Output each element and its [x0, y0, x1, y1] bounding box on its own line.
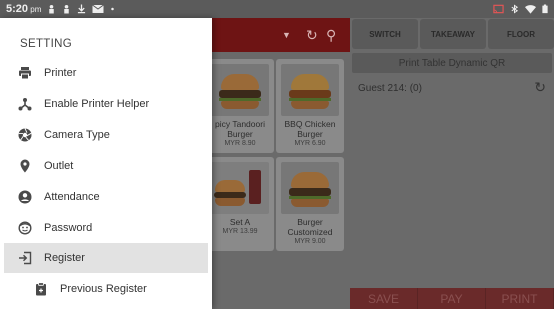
switch-button[interactable]: SWITCH: [352, 19, 418, 49]
menu-item-price: MYR 6.90: [294, 140, 326, 147]
menu-item-card[interactable]: Set A MYR 13.99: [206, 157, 274, 251]
camera-shutter-icon: [18, 128, 32, 142]
order-tabs: SWITCH TAKEAWAY FLOOR: [352, 19, 554, 49]
location-pin-icon: [18, 159, 32, 173]
login-icon: [18, 251, 32, 265]
dot-icon: [111, 7, 115, 11]
menu-item-label: Camera Type: [44, 129, 110, 141]
menu-item-name: BBQ Chicken Burger: [284, 119, 336, 139]
menu-item-card[interactable]: Burger Customized MYR 9.00: [276, 157, 344, 251]
system-icons: [493, 4, 548, 14]
status-time: 5:20 pm: [6, 3, 41, 15]
status-time-value: 5:20: [6, 3, 29, 15]
menu-item-register[interactable]: Register: [4, 243, 208, 273]
burger-image: [281, 64, 339, 116]
set-meal-image: [211, 162, 269, 214]
menu-item-label: Outlet: [44, 160, 74, 172]
status-ampm: pm: [30, 5, 42, 14]
download-icon: [78, 4, 86, 14]
menu-item-password[interactable]: Password: [4, 213, 208, 243]
print-button[interactable]: PRINT: [486, 288, 554, 309]
printer-icon: [18, 66, 32, 80]
menu-item-price: MYR 9.00: [294, 238, 326, 245]
account-circle-icon: [18, 190, 32, 204]
network-icon: [18, 97, 32, 111]
order-actions: SAVE PAY PRINT: [350, 288, 554, 309]
refresh-icon[interactable]: ↻: [306, 27, 318, 44]
search-icon[interactable]: ⚲: [326, 27, 336, 44]
menu-item-printer[interactable]: Printer: [4, 58, 208, 88]
print-qr-button[interactable]: Print Table Dynamic QR: [352, 53, 552, 73]
order-panel: SWITCH TAKEAWAY FLOOR Print Table Dynami…: [350, 18, 554, 309]
burger-image: [281, 162, 339, 214]
takeaway-button[interactable]: TAKEAWAY: [420, 19, 486, 49]
person-icon: [64, 4, 70, 14]
menu-item-previous-register[interactable]: Previous Register: [4, 274, 208, 304]
burger-image: [211, 64, 269, 116]
bluetooth-icon: [511, 4, 519, 14]
status-bar: 5:20 pm: [0, 0, 554, 18]
guest-label: Guest 214: (0): [358, 83, 422, 94]
menu-item-card[interactable]: BBQ Chicken Burger MYR 6.90: [276, 59, 344, 153]
menu-item-label: Register: [44, 252, 85, 264]
menu-item-name: Set A: [229, 217, 251, 227]
mail-icon: [92, 4, 105, 13]
app-root: 5:20 pm ▼ ↻ ⚲ picy Tandoori Burger MYR 8…: [0, 0, 554, 309]
notification-icons: [47, 4, 115, 14]
wifi-icon: [525, 5, 536, 14]
menu-item-card[interactable]: picy Tandoori Burger MYR 8.90: [206, 59, 274, 153]
menu-item-label: Previous Register: [60, 283, 147, 295]
menu-item-camera-type[interactable]: Camera Type: [4, 120, 208, 150]
person-icon: [49, 4, 55, 14]
menu-item-label: Enable Printer Helper: [44, 98, 150, 110]
save-button[interactable]: SAVE: [350, 288, 418, 309]
face-icon: [18, 221, 32, 235]
menu-item-enable-printer-helper[interactable]: Enable Printer Helper: [4, 89, 208, 119]
floor-button[interactable]: FLOOR: [488, 19, 554, 49]
menu-item-label: Attendance: [44, 191, 100, 203]
battery-icon: [542, 4, 548, 14]
menu-item-price: MYR 13.99: [222, 228, 258, 235]
cast-icon: [493, 4, 504, 14]
menu-item-name: Burger Customized: [287, 217, 333, 237]
drawer-title: SETTING: [20, 38, 72, 50]
pay-button[interactable]: PAY: [418, 288, 486, 309]
menu-item-label: Password: [44, 222, 93, 234]
refresh-icon[interactable]: ↻: [534, 79, 546, 96]
menu-item-price: MYR 8.90: [224, 140, 256, 147]
settings-drawer: SETTING Printer Enable Printer Helper Ca…: [0, 18, 212, 309]
clipboard-icon: [34, 282, 48, 296]
menu-item-outlet[interactable]: Outlet: [4, 151, 208, 181]
menu-item-attendance[interactable]: Attendance: [4, 182, 208, 212]
dropdown-arrow-icon[interactable]: ▼: [282, 30, 291, 40]
menu-item-name: picy Tandoori Burger: [215, 119, 265, 139]
menu-item-label: Printer: [44, 67, 77, 79]
